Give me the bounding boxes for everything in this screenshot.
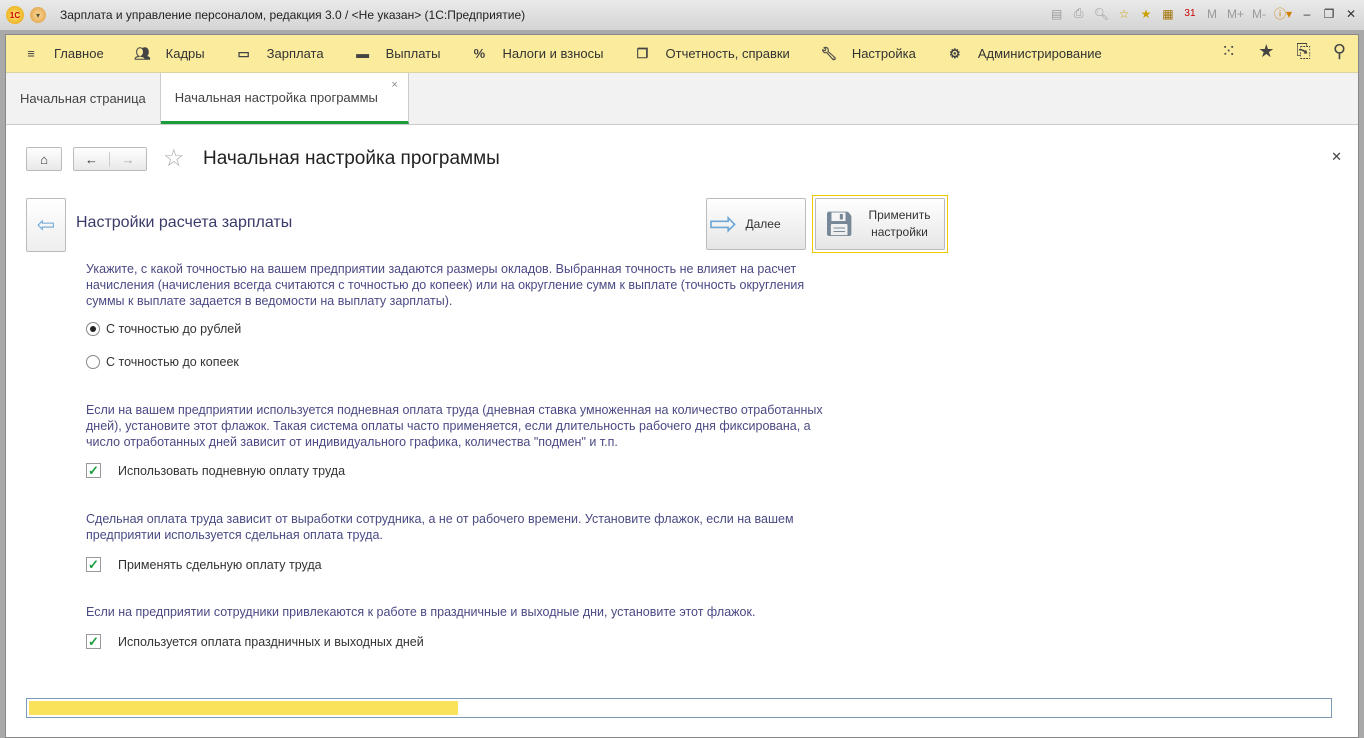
tab-initial-setup[interactable]: Начальная настройка программы × xyxy=(160,73,409,124)
save-icon[interactable]: ▤ xyxy=(1050,7,1064,21)
home-button[interactable]: ⌂ xyxy=(26,147,62,171)
nav-label: Выплаты xyxy=(385,46,441,61)
checkbox-checked[interactable]: ✓ xyxy=(86,634,101,649)
radio-button[interactable] xyxy=(86,355,100,369)
favorite-star-icon[interactable]: ☆ xyxy=(163,144,185,173)
people-icon: 👥︎ xyxy=(134,45,151,61)
daily-pay-option[interactable]: ✓ Использовать подневную оплату труда xyxy=(86,463,345,478)
home-icon: ⌂ xyxy=(40,151,48,167)
memory-minus-button[interactable]: M- xyxy=(1252,7,1266,21)
nav-label: Главное xyxy=(54,46,104,61)
radio-button[interactable] xyxy=(86,322,100,336)
preview-icon[interactable]: 🔍︎ xyxy=(1094,7,1109,21)
holiday-pay-option[interactable]: ✓ Используется оплата праздничных и выход… xyxy=(86,634,424,649)
search-icon[interactable]: ⚲ xyxy=(1333,41,1346,62)
gear-icon: ⚙ xyxy=(948,45,961,61)
favorites-star-icon[interactable]: ★ xyxy=(1258,41,1274,62)
open-tabs: Начальная страница Начальная настройка п… xyxy=(6,73,1358,125)
tab-label: Начальная страница xyxy=(20,91,146,106)
piecework-description: Сдельная оплата труда зависит от выработ… xyxy=(86,512,794,542)
all-functions-icon[interactable]: ⁙ xyxy=(1221,41,1236,62)
radio-label: С точностью до копеек xyxy=(106,355,239,369)
floppy-icon: 💾︎ xyxy=(824,210,855,238)
title-bar: 1C ▾ Зарплата и управление персоналом, р… xyxy=(0,0,1364,30)
main-menu-button[interactable]: ▾ xyxy=(30,7,46,23)
docs-icon: ❐ xyxy=(636,45,649,61)
apply-label: Применить настройки xyxy=(868,208,931,239)
nav-label: Администрирование xyxy=(977,46,1102,61)
nav-label: Отчетность, справки xyxy=(665,46,790,61)
radio-rubles[interactable]: С точностью до рублей xyxy=(86,322,241,336)
card-icon: ▭ xyxy=(237,45,250,61)
section-title: Настройки расчета зарплаты xyxy=(76,214,293,231)
wallet-icon: ▬ xyxy=(356,46,370,61)
checkbox-label: Использовать подневную оплату труда xyxy=(118,463,346,478)
percent-icon: % xyxy=(473,46,486,61)
app-logo-icon[interactable]: 1C xyxy=(6,6,24,24)
next-label: Далее xyxy=(745,217,781,231)
history-icon[interactable]: ⎘ xyxy=(1296,41,1310,62)
radio-kopecks[interactable]: С точностью до копеек xyxy=(86,355,239,369)
apply-settings-button[interactable]: 💾︎ Применить настройки xyxy=(815,198,945,250)
history-nav: ← → xyxy=(73,147,147,171)
arrow-left-icon: ⇦ xyxy=(36,212,56,237)
favorites-icon[interactable]: ★ xyxy=(1139,7,1153,21)
nav-admin[interactable]: ⚙ Администрирование xyxy=(946,46,1102,62)
window-toolbar: ▤ ⎙ 🔍︎ ☆ ★ ▦ 31 M M+ M- ⓘ▾ – ❐ ✕ xyxy=(1050,5,1358,22)
checkbox-label: Применять сдельную оплату труда xyxy=(118,557,322,572)
wrench-icon: 🔧︎ xyxy=(820,45,838,61)
nav-label: Кадры xyxy=(165,46,205,61)
tab-label: Начальная настройка программы xyxy=(174,89,378,105)
info-icon[interactable]: ⓘ▾ xyxy=(1274,5,1292,22)
close-window-button[interactable]: ✕ xyxy=(1344,7,1358,21)
progress-bar xyxy=(26,698,1332,718)
favorite-add-icon[interactable]: ☆ xyxy=(1117,7,1131,21)
daily-pay-description: Если на вашем предприятии используется п… xyxy=(86,403,823,449)
arrow-right-icon: ⇨ xyxy=(709,205,738,243)
print-icon[interactable]: ⎙ xyxy=(1072,6,1086,21)
nav-taxes[interactable]: % Налоги и взносы xyxy=(470,46,604,61)
main-frame: ≡ Главное 👥︎ Кадры ▭ Зарплата ▬ Выплаты % Нал… xyxy=(5,34,1359,738)
next-button[interactable]: ⇨ Далее xyxy=(706,198,806,250)
memory-button[interactable]: M xyxy=(1205,7,1219,21)
calculator-icon[interactable]: ▦ xyxy=(1161,7,1175,21)
minimize-button[interactable]: – xyxy=(1300,7,1314,21)
nav-label: Налоги и взносы xyxy=(502,46,604,61)
radio-label: С точностью до рублей xyxy=(106,322,242,336)
checkbox-checked[interactable]: ✓ xyxy=(86,463,101,478)
nav-salary[interactable]: ▭ Зарплата xyxy=(235,45,324,62)
restore-button[interactable]: ❐ xyxy=(1322,7,1336,21)
nav-label: Зарплата xyxy=(266,46,324,61)
nav-label: Настройка xyxy=(851,46,916,61)
nav-settings[interactable]: 🔧︎ Настройка xyxy=(820,46,916,62)
checkbox-checked[interactable]: ✓ xyxy=(86,557,101,572)
back-button[interactable]: ← xyxy=(74,151,110,167)
nav-main[interactable]: ≡ Главное xyxy=(22,46,104,61)
calendar-icon[interactable]: 31 xyxy=(1183,8,1197,19)
piecework-option[interactable]: ✓ Применять сдельную оплату труда xyxy=(86,557,322,572)
memory-plus-button[interactable]: M+ xyxy=(1227,7,1244,21)
sections-panel: ≡ Главное 👥︎ Кадры ▭ Зарплата ▬ Выплаты % Нал… xyxy=(6,35,1358,73)
page-title: Начальная настройка программы xyxy=(203,148,500,169)
tab-home[interactable]: Начальная страница xyxy=(6,73,161,124)
forward-button[interactable]: → xyxy=(110,152,146,167)
nav-staff[interactable]: 👥︎ Кадры xyxy=(134,45,205,62)
nav-payments[interactable]: ▬ Выплаты xyxy=(354,46,441,61)
checkbox-label: Используется оплата праздничных и выходн… xyxy=(118,634,424,649)
nav-tools: ⁙ ★ ⎘ ⚲ xyxy=(1221,41,1346,62)
window-title: Зарплата и управление персоналом, редакц… xyxy=(60,8,526,22)
back-step-button[interactable]: ⇦ xyxy=(26,198,66,252)
nav-reports[interactable]: ❐ Отчетность, справки xyxy=(634,46,790,62)
precision-description: Укажите, с какой точностью на вашем пред… xyxy=(86,262,805,308)
progress-fill xyxy=(29,701,458,715)
close-form-button[interactable]: ✕ xyxy=(1331,149,1342,165)
holiday-description: Если на предприятии сотрудники привлекаю… xyxy=(86,605,756,619)
menu-icon: ≡ xyxy=(27,46,35,61)
close-tab-icon[interactable]: × xyxy=(391,79,397,91)
